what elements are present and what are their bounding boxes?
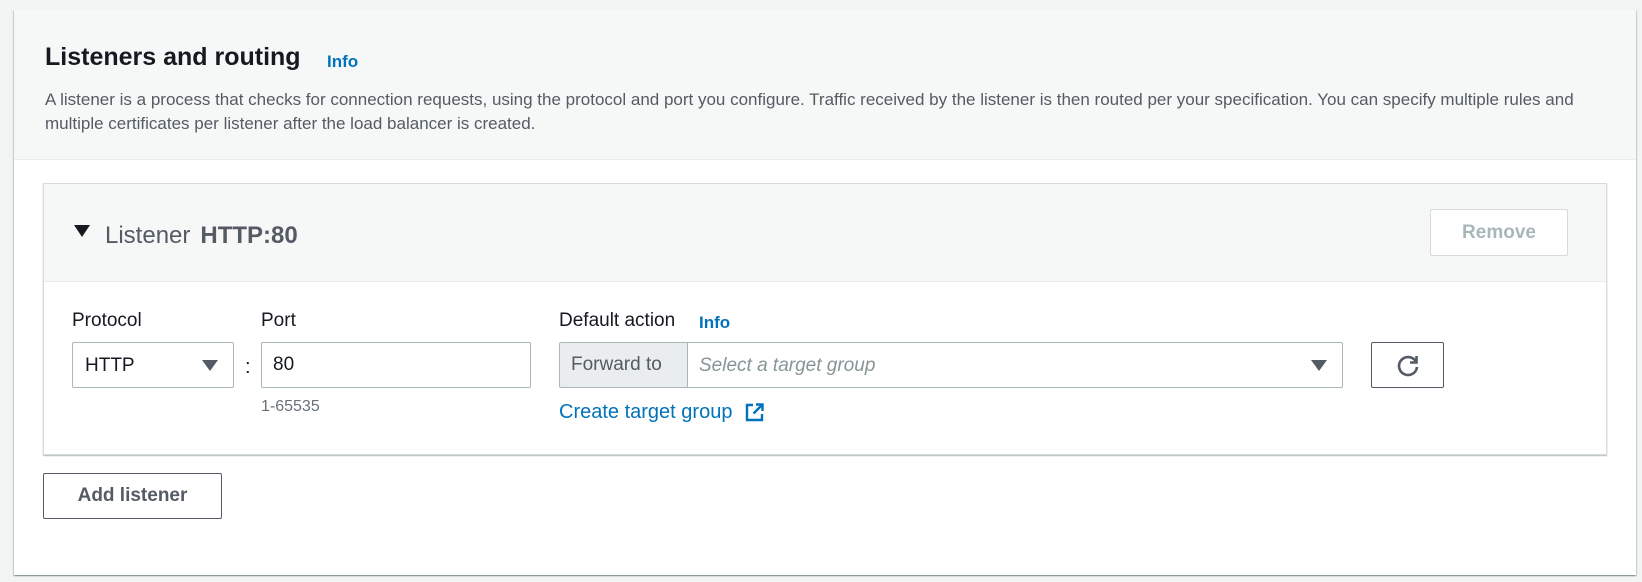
panel-description: A listener is a process that checks for … [45,90,1574,133]
dropdown-arrow-icon [1311,360,1327,371]
refresh-icon [1397,355,1419,377]
listener-title-label: Listener [105,222,191,249]
port-input[interactable] [261,342,531,388]
target-group-select[interactable]: Select a target group [687,342,1343,388]
listener-title-value: HTTP:80 [200,222,298,249]
panel-title: Listeners and routing [45,43,301,71]
create-target-group-label: Create target group [559,401,733,423]
refresh-button[interactable] [1371,342,1444,388]
listeners-and-routing-panel: Listeners and routing Info A listener is… [14,10,1636,575]
listener-card-header: Listener HTTP:80 Remove [44,184,1606,282]
info-link[interactable]: Info [327,52,358,72]
protocol-label: Protocol [72,310,142,331]
panel-header: Listeners and routing Info A listener is… [14,10,1636,160]
add-listener-button[interactable]: Add listener [43,473,222,519]
port-hint: 1-65535 [261,398,320,415]
default-action-info-link[interactable]: Info [699,313,730,333]
listener-title: Listener HTTP:80 [105,222,298,250]
target-group-placeholder: Select a target group [699,355,876,376]
caret-down-icon[interactable] [74,225,90,237]
create-target-group-link[interactable]: Create target group [559,401,765,424]
forward-to-addon: Forward to [559,342,687,388]
protocol-select[interactable]: HTTP [72,342,234,388]
protocol-selected-value: HTTP [85,355,135,376]
remove-listener-button[interactable]: Remove [1430,209,1568,256]
external-link-icon [745,403,764,422]
listener-card: Listener HTTP:80 Remove Protocol HTTP : P… [43,183,1607,455]
default-action-label: Default action [559,310,676,331]
port-label: Port [261,310,296,331]
dropdown-arrow-icon [202,360,218,371]
protocol-port-separator: : [245,356,251,378]
